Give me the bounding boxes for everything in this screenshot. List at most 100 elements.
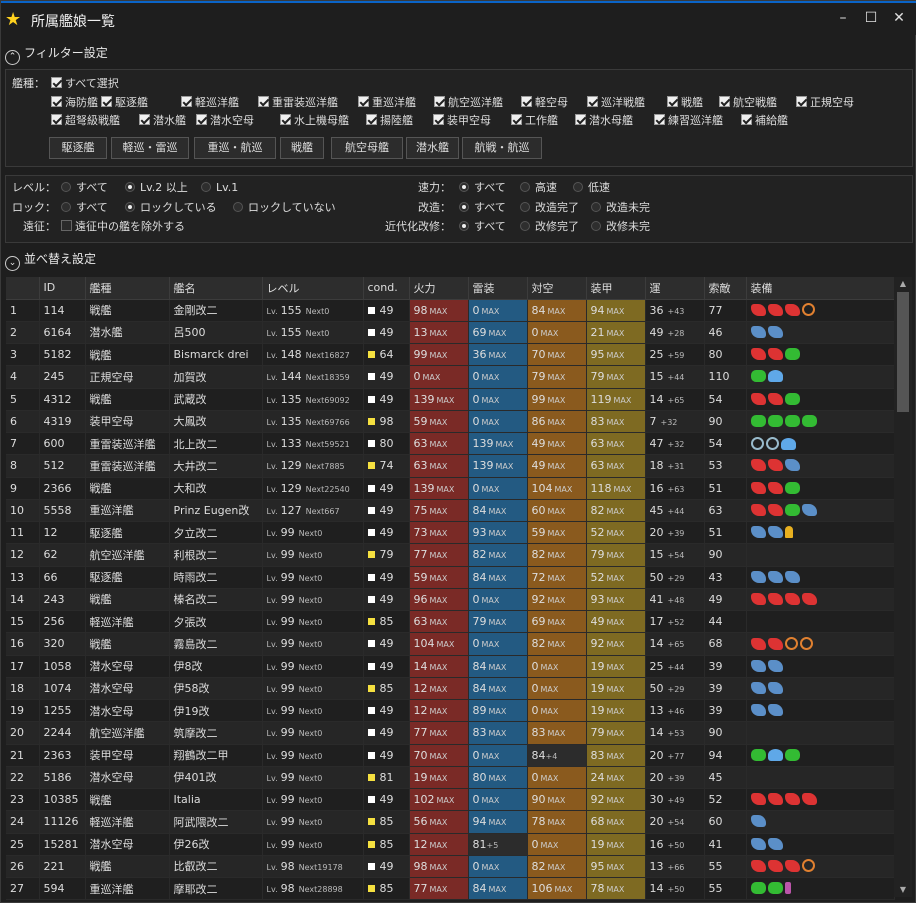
main-gun-icon[interactable] [784,592,800,605]
table-row[interactable]: 7 600 重雷装巡洋艦 北上改二 Lv. 133 Next59521 80 63 MAX 139 M… [6,432,895,456]
column-header[interactable]: 索敵 [704,277,747,300]
ship-type-checkbox[interactable]: 補給艦 [741,114,788,128]
ship-type-checkbox[interactable]: 巡洋戦艦 [587,96,645,110]
aircraft-icon[interactable] [784,748,800,761]
aircraft-icon[interactable] [784,481,800,494]
main-gun-icon[interactable] [801,592,817,605]
table-row[interactable]: 2 6164 潜水艦 呂500 Lv. 155 Next0 49 13 MAX 69 MAX 0 MAX 2… [6,321,895,345]
ship-type-checkbox[interactable]: 練習巡洋艦 [654,114,723,128]
maximize-button[interactable]: ☐ [857,7,885,29]
secondary-gun-icon[interactable] [767,659,783,672]
secondary-gun-icon[interactable] [801,503,817,516]
aircraft-icon[interactable] [784,348,800,361]
main-gun-icon[interactable] [767,459,783,472]
minimize-button[interactable]: – [829,7,857,29]
secondary-gun-icon[interactable] [750,526,766,539]
aircraft-icon[interactable] [750,414,766,427]
secondary-gun-icon[interactable] [750,325,766,338]
aircraft-icon[interactable] [784,503,800,516]
radar-icon[interactable] [801,303,815,317]
close-button[interactable]: ✕ [885,7,913,29]
ship-group-button[interactable]: 軽巡・雷巡 [111,137,189,159]
table-row[interactable]: 13 66 駆逐艦 時雨改二 Lv. 99 Next0 49 59 MAX 84 MAX 72 MAX 52… [6,566,895,589]
table-row[interactable]: 18 1074 潜水空母 伊58改 Lv. 99 Next0 85 12 MAX 84 MAX 0 MAX… [6,677,895,701]
lock-radio[interactable]: ロックしていない [233,201,336,215]
secondary-gun-icon[interactable] [767,570,783,583]
main-gun-icon[interactable] [784,304,800,317]
lock-radio[interactable]: すべて [61,201,108,215]
table-row[interactable]: 20 2244 航空巡洋艦 筑摩改二 Lv. 99 Next0 49 77 MAX 83 MAX 83 M… [6,721,895,745]
main-gun-icon[interactable] [750,637,766,650]
radar-icon[interactable] [799,636,813,650]
level-radio[interactable]: すべて [61,181,108,195]
aircraft-icon[interactable] [750,748,766,761]
table-row[interactable]: 6 4319 装甲空母 大鳳改 Lv. 135 Next69766 98 59 MAX 0 MAX 86… [6,410,895,434]
aircraft-icon[interactable] [750,370,766,383]
table-row[interactable]: 22 5186 潜水空母 伊401改 Lv. 99 Next0 81 19 MAX 80 MAX 0 MA… [6,766,895,790]
main-gun-icon[interactable] [750,459,766,472]
table-row[interactable]: 15 256 軽巡洋艦 夕張改 Lv. 99 Next0 85 63 MAX 79 MAX 69 MAX 4… [6,610,895,634]
main-gun-icon[interactable] [767,304,783,317]
main-gun-icon[interactable] [750,503,766,516]
ship-group-button[interactable]: 駆逐艦 [49,137,107,159]
ship-group-button[interactable]: 戦艦 [280,137,324,159]
remodel-radio[interactable]: 改造未完 [591,201,650,215]
lock-radio[interactable]: ロックしている [125,201,217,215]
table-row[interactable]: 11 12 駆逐艦 夕立改二 Lv. 99 Next0 49 73 MAX 93 MAX 59 MAX 52… [6,521,895,545]
column-header[interactable]: 艦名 [169,277,263,300]
scroll-down-icon[interactable]: ▼ [894,883,912,897]
table-row[interactable]: 1 114 戦艦 金剛改二 Lv. 155 Next0 49 98 MAX 0 MAX 84 MAX 94 M… [6,299,895,322]
ship-type-checkbox[interactable]: 重巡洋艦 [358,96,416,110]
ship-type-checkbox[interactable]: 超弩級戦艦 [51,114,120,128]
main-gun-icon[interactable] [750,348,766,361]
speed-radio[interactable]: すべて [459,181,506,195]
main-gun-icon[interactable] [750,392,766,405]
secondary-gun-icon[interactable] [767,704,783,717]
secondary-gun-icon[interactable] [750,681,766,694]
aircraft-icon[interactable] [767,882,783,895]
remodel-radio[interactable]: すべて [459,201,506,215]
main-gun-icon[interactable] [767,860,783,873]
level-radio[interactable]: Lv.2 以上 [125,181,188,195]
speed-radio[interactable]: 高速 [520,181,557,195]
aircraft-icon[interactable] [784,392,800,405]
bomber-icon[interactable] [767,748,783,761]
ship-type-checkbox[interactable]: 駆逐艦 [101,96,148,110]
table-row[interactable]: 12 62 航空巡洋艦 利根改二 Lv. 99 Next0 79 77 MAX 82 MAX 82 MAX… [6,543,895,567]
secondary-gun-icon[interactable] [784,459,800,472]
vertical-scrollbar[interactable]: ▲ ▼ [894,277,912,897]
modernize-radio[interactable]: 改修未完 [591,220,650,234]
secondary-gun-icon[interactable] [750,570,766,583]
column-header[interactable]: 火力 [409,277,469,300]
main-gun-icon[interactable] [767,637,783,650]
ship-type-checkbox[interactable]: 重雷装巡洋艦 [258,96,338,110]
table-row[interactable]: 5 4312 戦艦 武蔵改 Lv. 135 Next69092 49 139 MAX 0 MAX 99 M… [6,388,895,411]
radar-icon[interactable] [801,859,815,873]
table-row[interactable]: 4 245 正規空母 加賀改 Lv. 144 Next18359 49 0 MAX 0 MAX 79 MA… [6,365,895,389]
main-gun-icon[interactable] [801,793,817,806]
column-header[interactable]: ID [39,277,86,300]
ship-type-checkbox[interactable]: 揚陸艦 [366,114,413,128]
remodel-radio[interactable]: 改造完了 [520,201,579,215]
secondary-gun-icon[interactable] [750,704,766,717]
aircraft-icon[interactable] [784,414,800,427]
ship-type-checkbox[interactable]: 軽巡洋艦 [181,96,239,110]
column-header[interactable]: レベル [262,277,364,300]
main-gun-icon[interactable] [750,304,766,317]
depth-charge-icon[interactable] [765,436,779,450]
bomber-icon[interactable] [767,370,783,383]
column-header[interactable]: 装甲 [586,277,646,300]
table-row[interactable]: 16 320 戦艦 霧島改二 Lv. 99 Next0 49 104 MAX 0 MAX 82 MAX 92… [6,632,895,656]
ship-type-checkbox[interactable]: 装甲空母 [433,114,491,128]
ship-group-button[interactable]: 重巡・航巡 [194,137,276,159]
filter-section-toggle[interactable]: ⌃ フィルター設定 [5,43,108,65]
searchlight-icon[interactable] [784,526,793,539]
main-gun-icon[interactable] [767,481,783,494]
radar-icon[interactable] [784,636,798,650]
select-all-checkbox[interactable]: すべて選択 [51,77,119,91]
ship-type-checkbox[interactable]: 海防艦 [51,96,98,110]
level-radio[interactable]: Lv.1 [201,181,238,195]
sort-section-toggle[interactable]: ⌄ 並べ替え設定 [5,249,96,271]
modernize-radio[interactable]: すべて [459,220,506,234]
column-header[interactable]: cond. [363,277,410,300]
